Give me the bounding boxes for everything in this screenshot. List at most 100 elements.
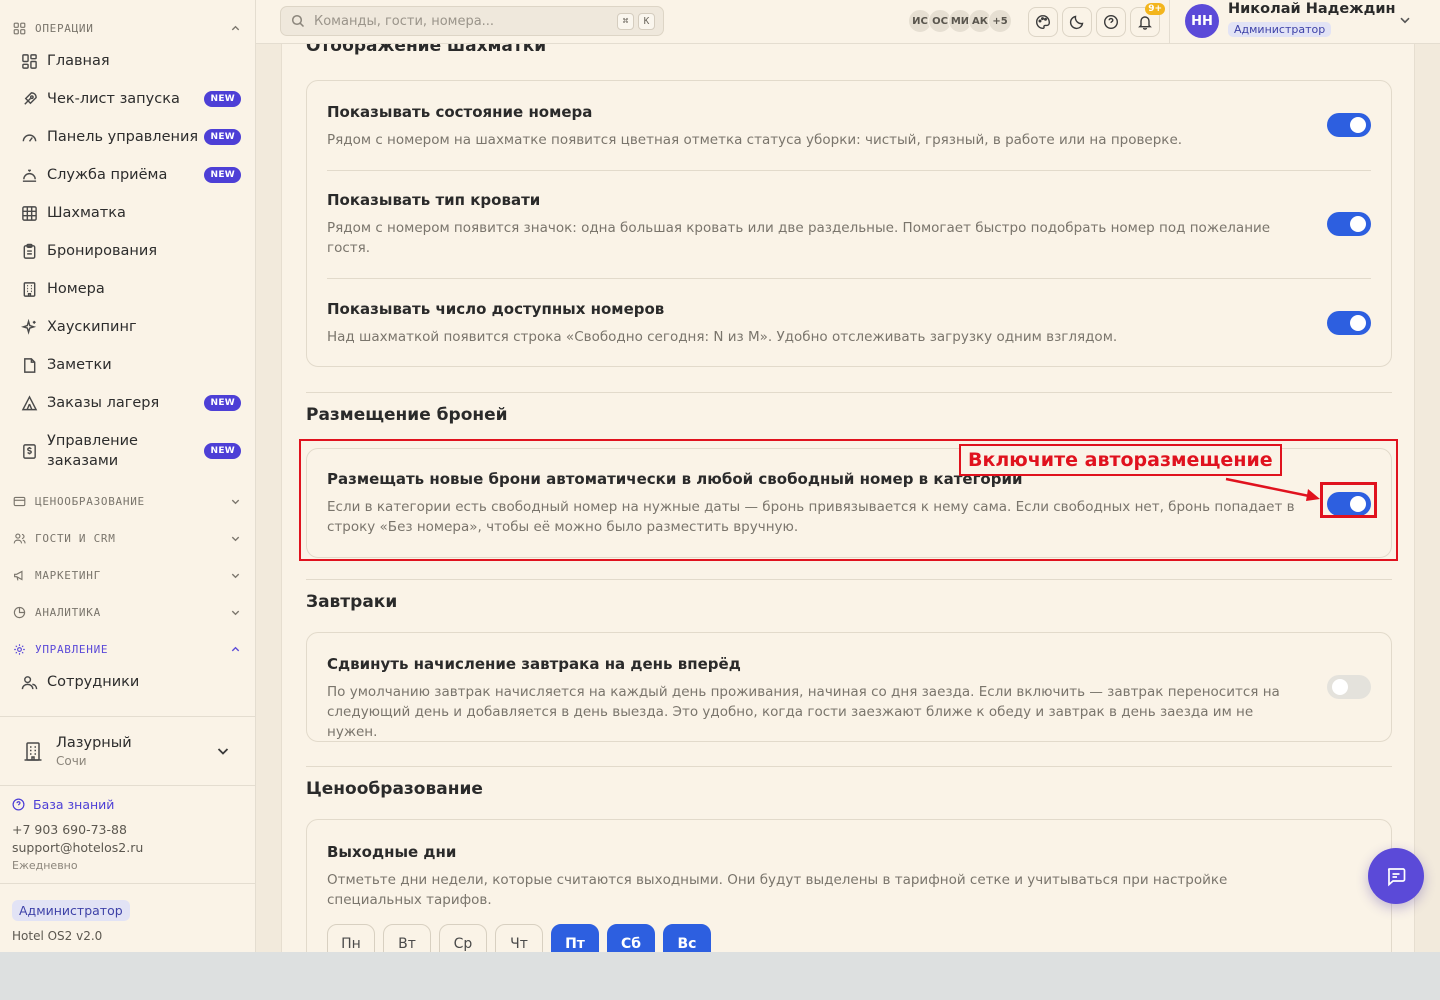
role-badge: Администратор — [12, 900, 130, 921]
hotel-name: Лазурный — [56, 734, 132, 751]
sidebar-item-housekeeping[interactable]: Хаускипинг — [12, 308, 241, 346]
sidebar-item-launch-checklist[interactable]: Чек-лист запуска NEW — [12, 80, 241, 118]
day-sun[interactable]: Вс — [663, 924, 711, 952]
help-button[interactable] — [1096, 7, 1126, 37]
setting-title: Сдвинуть начисление завтрака на день впе… — [327, 655, 741, 673]
user-avatar-main[interactable]: НН — [1185, 4, 1219, 38]
section-operations[interactable]: ОПЕРАЦИИ — [12, 18, 241, 38]
toggle-knob — [1350, 315, 1366, 331]
command-search[interactable]: ⌘ K — [280, 6, 664, 36]
section-analytics[interactable]: АНАЛИТИКА — [12, 602, 241, 622]
chevron-down-icon — [229, 569, 241, 581]
toggle-room-status[interactable] — [1327, 113, 1371, 137]
setting-description: Отметьте дни недели, которые считаются в… — [327, 872, 1228, 908]
sidebar-item-dashboard[interactable]: Панель управления NEW — [12, 118, 241, 156]
sidebar-item-home[interactable]: Главная — [12, 42, 241, 80]
setting-room-status: Показывать состояние номера Рядом с номе… — [327, 103, 1371, 171]
sidebar-nav: ОПЕРАЦИИ Главная Чек-лист запуска NEW Па… — [0, 0, 255, 716]
section-label: ЦЕНООБРАЗОВАНИЕ — [35, 494, 145, 508]
app-version: Hotel OS2 v2.0 — [12, 929, 103, 943]
hotel-building-icon — [24, 742, 42, 761]
top-bar: ⌘ K ИС ОС МИ АК +5 9+ НН Николай Надежди… — [256, 0, 1440, 44]
setting-title: Показывать тип кровати — [327, 191, 541, 209]
section-heading-chessboard: Отображение шахматки — [306, 44, 547, 56]
toggle-knob — [1350, 496, 1366, 512]
section-label: ОПЕРАЦИИ — [35, 21, 94, 35]
notification-count: 9+ — [1145, 3, 1165, 15]
setting-description: Над шахматкой появится строка «Свободно … — [327, 329, 1118, 345]
knowledge-base-link[interactable]: База знаний — [12, 796, 247, 812]
section-heading-placement: Размещение броней — [306, 405, 508, 425]
sidebar-item-label: Шахматка — [47, 205, 126, 221]
palette-icon — [1036, 14, 1051, 30]
rocket-icon — [20, 90, 38, 108]
sidebar-item-chessboard[interactable]: Шахматка — [12, 194, 241, 232]
chat-button[interactable] — [1368, 848, 1424, 904]
sidebar-item-bookings[interactable]: Бронирования — [12, 232, 241, 270]
section-label: АНАЛИТИКА — [35, 605, 101, 619]
toggle-breakfast-shift[interactable] — [1327, 675, 1371, 699]
sidebar-item-front-desk[interactable]: Служба приёма NEW — [12, 156, 241, 194]
setting-weekend-days: Выходные дни Отметьте дни недели, которы… — [327, 843, 1371, 913]
day-wed[interactable]: Ср — [439, 924, 487, 952]
pricing-settings-card: Выходные дни Отметьте дни недели, которы… — [306, 819, 1392, 952]
section-pricing[interactable]: ЦЕНООБРАЗОВАНИЕ — [12, 491, 241, 511]
home-grid-icon — [20, 52, 38, 70]
toggle-bed-type[interactable] — [1327, 212, 1371, 236]
bottom-strip — [0, 952, 1440, 1000]
gear-section-icon — [12, 642, 26, 656]
setting-title: Показывать состояние номера — [327, 103, 593, 121]
setting-auto-placement: Размещать новые брони автоматически в лю… — [327, 470, 1371, 540]
toggle-auto-placement[interactable] — [1327, 492, 1371, 516]
hotel-switcher[interactable]: Лазурный Сочи — [0, 716, 255, 786]
section-marketing[interactable]: МАРКЕТИНГ — [12, 565, 241, 585]
chevron-up-icon — [229, 643, 241, 655]
toggle-available-count[interactable] — [1327, 311, 1371, 335]
setting-title: Показывать число доступных номеров — [327, 300, 665, 318]
sparkles-icon — [20, 318, 38, 336]
sidebar-item-order-management[interactable]: Управление заказами NEW — [12, 422, 241, 480]
support-phone[interactable]: +7 903 690-73-88 — [12, 822, 247, 837]
sidebar-item-rooms[interactable]: Номера — [12, 270, 241, 308]
annotation-arrow-icon — [1225, 477, 1320, 501]
notifications-button[interactable]: 9+ — [1130, 3, 1165, 37]
dark-mode-button[interactable] — [1062, 7, 1092, 37]
tent-icon — [20, 394, 38, 412]
section-divider — [306, 579, 1392, 580]
section-label: ГОСТИ И CRM — [35, 531, 116, 545]
day-mon[interactable]: Пн — [327, 924, 375, 952]
toggle-knob — [1350, 216, 1366, 232]
day-fri[interactable]: Пт — [551, 924, 599, 952]
moon-icon — [1069, 15, 1084, 30]
gauge-icon — [20, 128, 38, 146]
note-icon — [20, 356, 38, 374]
setting-description: Рядом с номером появится значок: одна бо… — [327, 220, 1271, 256]
pie-section-icon — [12, 605, 26, 619]
theme-palette-button[interactable] — [1028, 7, 1058, 37]
kbd-k: K — [638, 12, 655, 30]
section-management[interactable]: УПРАВЛЕНИЕ — [12, 639, 241, 659]
sidebar-item-label: Бронирования — [47, 243, 158, 259]
section-guests-crm[interactable]: ГОСТИ И CRM — [12, 528, 241, 548]
section-label: МАРКЕТИНГ — [35, 568, 101, 582]
online-users[interactable]: ИС ОС МИ АК +5 — [908, 9, 1012, 33]
more-users-count[interactable]: +5 — [988, 9, 1012, 33]
user-name[interactable]: Николай Надеждин — [1228, 1, 1396, 17]
day-thu[interactable]: Чт — [495, 924, 543, 952]
search-input[interactable] — [314, 13, 617, 29]
megaphone-section-icon — [12, 568, 26, 582]
sidebar-item-staff[interactable]: Сотрудники — [12, 663, 241, 701]
sidebar-item-notes[interactable]: Заметки — [12, 346, 241, 384]
setting-bed-type: Показывать тип кровати Рядом с номером п… — [327, 191, 1371, 279]
day-sat[interactable]: Сб — [607, 924, 655, 952]
sidebar-item-camp-orders[interactable]: Заказы лагеря NEW — [12, 384, 241, 422]
setting-description: По умолчанию завтрак начисляется на кажд… — [327, 684, 1280, 740]
section-divider — [306, 392, 1392, 393]
chevron-down-icon — [229, 495, 241, 507]
clipboard-icon — [20, 242, 38, 260]
chevron-down-icon[interactable] — [1398, 13, 1412, 27]
day-tue[interactable]: Вт — [383, 924, 431, 952]
grid-section-icon — [12, 21, 26, 35]
users-icon — [20, 673, 38, 691]
support-email[interactable]: support@hotelos2.ru — [12, 840, 247, 855]
